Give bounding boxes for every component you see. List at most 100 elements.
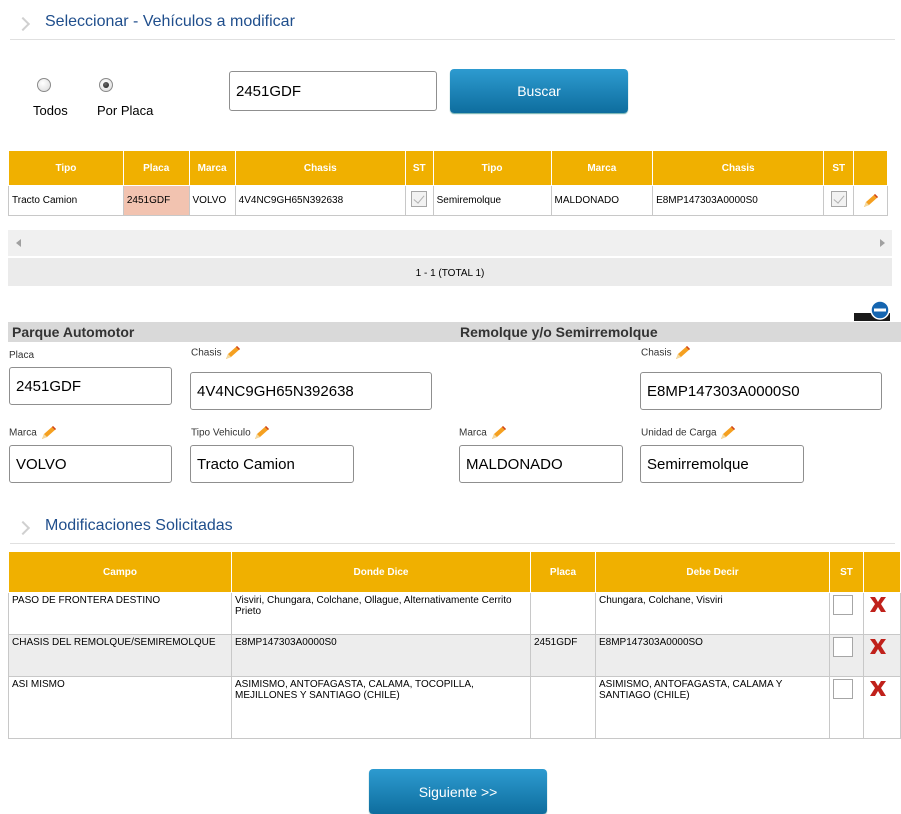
cell-edit	[853, 185, 888, 216]
cell-donde-dice: Visviri, Chungara, Colchane, Ollague, Al…	[231, 592, 531, 635]
cell-marca-2: MALDONADO	[550, 185, 654, 216]
section-chevron-icon	[15, 520, 31, 536]
cell-delete	[863, 676, 901, 739]
cell-debe-decir: E8MP147303A0000SO	[595, 634, 830, 677]
cell-st-2	[823, 185, 855, 216]
delete-icon[interactable]	[867, 595, 889, 613]
st-checkbox[interactable]	[833, 679, 853, 699]
cell-chasis: 4V4NC9GH65N392638	[234, 185, 406, 216]
tipo-vehiculo-field[interactable]: Tracto Camion	[190, 445, 354, 483]
col-st[interactable]: ST	[829, 551, 864, 593]
edit-pencil-icon[interactable]	[253, 425, 271, 441]
col-marca[interactable]: Marca	[188, 150, 236, 186]
cell-placa: 2451GDF	[530, 634, 596, 677]
remolque-chasis-label: Chasis	[641, 345, 692, 361]
col-placa[interactable]: Placa	[530, 551, 596, 593]
delete-icon[interactable]	[867, 637, 889, 655]
cell-placa	[530, 676, 596, 739]
chasis-field[interactable]: 4V4NC9GH65N392638	[190, 372, 432, 410]
col-tipo-2[interactable]: Tipo	[432, 150, 552, 186]
table-row[interactable]: ASI MISMO ASIMISMO, ANTOFAGASTA, CALAMA,…	[8, 676, 901, 739]
table-row[interactable]: Tracto Camion 2451GDF VOLVO 4V4NC9GH65N3…	[8, 185, 888, 216]
table-row[interactable]: CHASIS DEL REMOLQUE/SEMIREMOLQUE E8MP147…	[8, 634, 901, 677]
col-st[interactable]: ST	[404, 150, 434, 186]
cell-donde-dice: E8MP147303A0000S0	[231, 634, 531, 677]
marca-label: Marca	[9, 425, 58, 441]
col-st-2[interactable]: ST	[823, 150, 855, 186]
modificaciones-table: Campo Donde Dice Placa Debe Decir ST PAS…	[8, 551, 901, 739]
section-chevron-icon	[15, 16, 31, 32]
unidad-carga-field[interactable]: Semirremolque	[640, 445, 804, 483]
remolque-chasis-field[interactable]: E8MP147303A0000S0	[640, 372, 882, 410]
st-checkbox	[411, 191, 428, 207]
col-debe-decir[interactable]: Debe Decir	[595, 551, 830, 593]
divider	[10, 39, 895, 40]
cell-placa	[530, 592, 596, 635]
cell-marca: VOLVO	[188, 185, 236, 216]
modificaciones-table-header: Campo Donde Dice Placa Debe Decir ST	[8, 551, 901, 593]
col-chasis[interactable]: Chasis	[234, 150, 406, 186]
edit-pencil-icon[interactable]	[674, 345, 692, 361]
remolque-marca-label-text: Marca	[459, 427, 487, 439]
col-marca-2[interactable]: Marca	[550, 150, 654, 186]
placa-field[interactable]: 2451GDF	[9, 367, 172, 405]
divider	[10, 543, 895, 544]
siguiente-button[interactable]: Siguiente >>	[369, 769, 547, 814]
remolque-header: Remolque y/o Semirremolque	[456, 322, 901, 342]
col-chasis-2[interactable]: Chasis	[652, 150, 825, 186]
buscar-button[interactable]: Buscar	[450, 69, 628, 113]
cell-tipo-2: Semiremolque	[432, 185, 552, 216]
cell-tipo: Tracto Camion	[8, 185, 124, 216]
cell-campo: CHASIS DEL REMOLQUE/SEMIREMOLQUE	[8, 634, 232, 677]
col-placa[interactable]: Placa	[122, 150, 190, 186]
st-checkbox[interactable]	[833, 637, 853, 657]
page-title: Seleccionar - Vehículos a modificar	[45, 13, 295, 30]
radio-todos[interactable]	[37, 78, 51, 92]
radio-por-placa-label: Por Placa	[97, 103, 154, 118]
collapse-icon[interactable]	[854, 299, 890, 321]
chasis-label-text: Chasis	[191, 347, 222, 359]
tipo-vehiculo-label-text: Tipo Vehiculo	[191, 427, 251, 439]
marca-field[interactable]: VOLVO	[9, 445, 172, 483]
col-campo[interactable]: Campo	[8, 551, 232, 593]
cell-delete	[863, 592, 901, 635]
st-checkbox[interactable]	[833, 595, 853, 615]
cell-st	[829, 634, 864, 677]
scroll-right-icon[interactable]	[880, 239, 885, 247]
col-delete	[863, 551, 901, 593]
vehicles-table: Tipo Placa Marca Chasis ST Tipo Marca Ch…	[8, 150, 888, 216]
cell-placa: 2451GDF	[122, 185, 190, 216]
scroll-left-icon[interactable]	[16, 239, 21, 247]
edit-pencil-icon[interactable]	[490, 425, 508, 441]
placa-label: Placa	[9, 350, 35, 361]
pager-text: 1 - 1 (TOTAL 1)	[415, 268, 485, 279]
table-row[interactable]: PASO DE FRONTERA DESTINO Visviri, Chunga…	[8, 592, 901, 635]
cell-st	[829, 676, 864, 739]
col-tipo[interactable]: Tipo	[8, 150, 124, 186]
cell-debe-decir: ASIMISMO, ANTOFAGASTA, CALAMA Y SANTIAGO…	[595, 676, 830, 739]
vehicles-table-header: Tipo Placa Marca Chasis ST Tipo Marca Ch…	[8, 150, 888, 186]
chasis-label: Chasis	[191, 345, 242, 361]
remolque-chasis-label-text: Chasis	[641, 347, 672, 359]
col-donde-dice[interactable]: Donde Dice	[231, 551, 531, 593]
modificaciones-title: Modificaciones Solicitadas	[45, 517, 233, 534]
plate-search-input[interactable]: 2451GDF	[229, 71, 437, 111]
delete-icon[interactable]	[867, 679, 889, 697]
cell-st	[404, 185, 434, 216]
edit-pencil-icon[interactable]	[862, 193, 880, 209]
st-checkbox-2	[830, 191, 847, 207]
radio-por-placa[interactable]	[99, 78, 113, 92]
cell-delete	[863, 634, 901, 677]
edit-pencil-icon[interactable]	[40, 425, 58, 441]
horizontal-scrollbar[interactable]	[8, 230, 892, 256]
cell-donde-dice: ASIMISMO, ANTOFAGASTA, CALAMA, TOCOPILLA…	[231, 676, 531, 739]
cell-campo: PASO DE FRONTERA DESTINO	[8, 592, 232, 635]
edit-pencil-icon[interactable]	[719, 425, 737, 441]
edit-pencil-icon[interactable]	[224, 345, 242, 361]
remolque-marca-field[interactable]: MALDONADO	[459, 445, 623, 483]
unidad-carga-label: Unidad de Carga	[641, 425, 737, 441]
cell-chasis-2: E8MP147303A0000S0	[652, 185, 825, 216]
tipo-vehiculo-label: Tipo Vehiculo	[191, 425, 271, 441]
cell-campo: ASI MISMO	[8, 676, 232, 739]
marca-label-text: Marca	[9, 427, 37, 439]
